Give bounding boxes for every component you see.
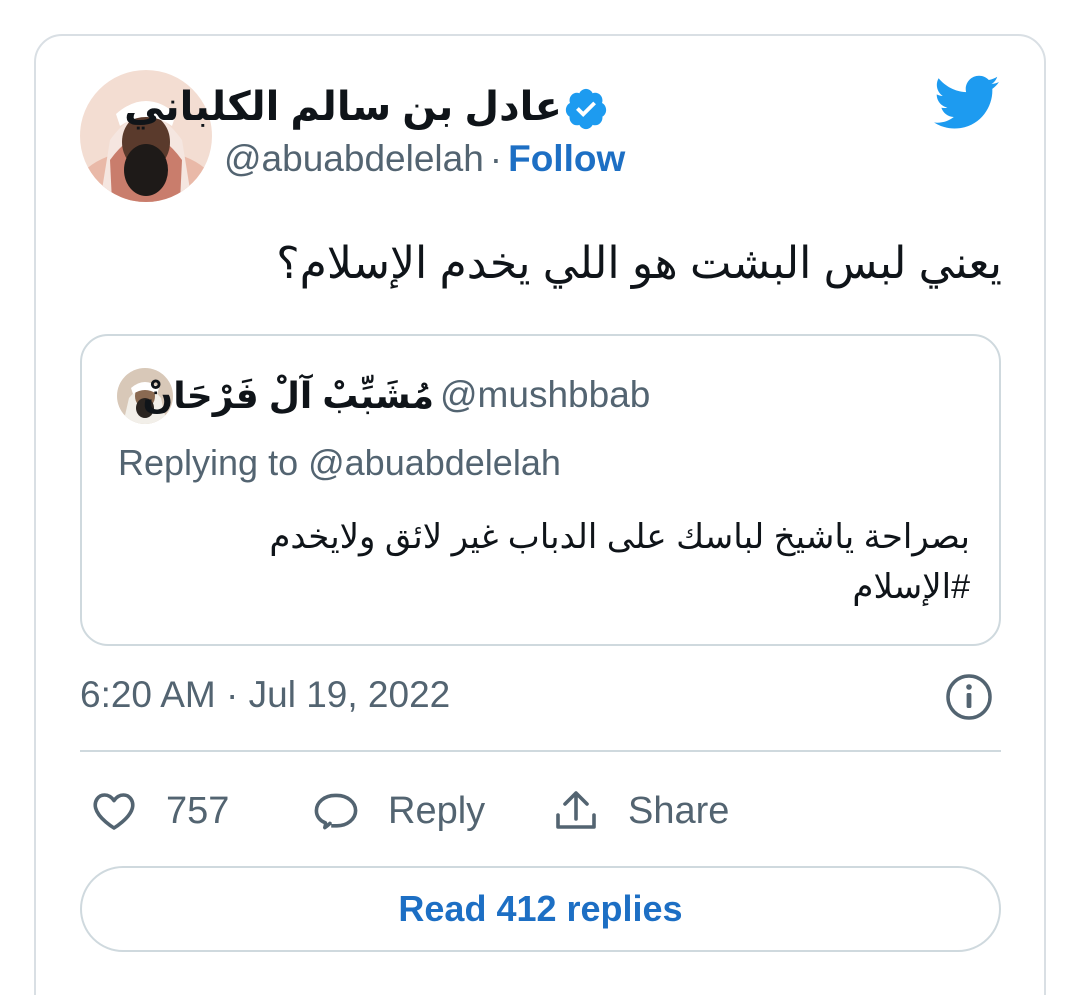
quoted-replying-to: Replying to @abuabdelelah	[118, 442, 561, 483]
reply-bubble-icon	[314, 793, 358, 830]
info-icon[interactable]	[944, 672, 994, 722]
page: عادل بن سالم الكلباني @abuabdelelah · Foll…	[0, 0, 1080, 995]
share-upload-icon	[556, 791, 596, 829]
like-button[interactable]: 757	[90, 786, 229, 836]
quoted-author-handle: @mushbbab	[440, 374, 651, 415]
quoted-tweet-text: بصراحة ياشيخ لباسك على الدباب غير لائق و…	[200, 512, 970, 612]
like-count: 757	[166, 789, 230, 832]
read-replies-button[interactable]: Read 412 replies	[80, 866, 1001, 952]
quoted-author-display-name: مُشَبِّبْ آلْ فَرْحَانْ	[142, 375, 434, 416]
quoted-tweet-text-line1: بصراحة ياشيخ لباسك على الدباب غير لائق و…	[269, 518, 970, 556]
tweet-timestamp[interactable]: 6:20 AM · Jul 19, 2022	[80, 674, 450, 716]
reply-label: Reply	[388, 789, 486, 832]
quoted-tweet-hashtag[interactable]: #الإسلام	[200, 562, 970, 612]
share-button[interactable]: Share	[552, 786, 729, 836]
verified-badge-icon	[563, 86, 609, 132]
divider	[80, 750, 1001, 752]
share-label: Share	[628, 789, 730, 832]
author-handle[interactable]: @abuabdelelah	[224, 138, 484, 179]
reply-button[interactable]: Reply	[312, 786, 485, 836]
author-display-name[interactable]: عادل بن سالم الكلباني	[124, 84, 562, 130]
follow-button[interactable]: Follow	[508, 138, 625, 179]
author-handle-line: @abuabdelelah · Follow	[224, 138, 625, 180]
twitter-bird-icon[interactable]	[934, 74, 1000, 132]
separator-dot: ·	[489, 138, 503, 179]
heart-icon	[93, 793, 135, 830]
tweet-text: يعني لبس البشت هو اللي يخدم الإسلام؟	[276, 239, 1002, 288]
read-replies-label: Read 412 replies	[398, 888, 683, 929]
